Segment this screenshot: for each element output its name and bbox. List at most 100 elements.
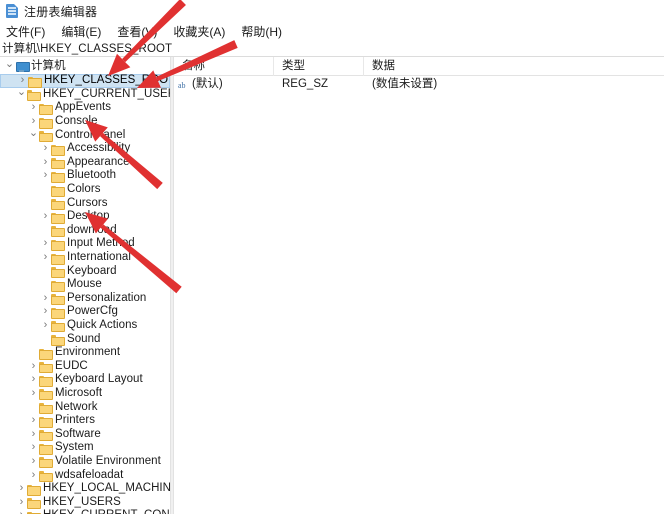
tree-item-printers[interactable]: Printers bbox=[0, 414, 170, 428]
tree-item-label: Software bbox=[55, 428, 101, 441]
chevron-right-icon[interactable] bbox=[28, 116, 39, 127]
menu-help[interactable]: 帮助(H) bbox=[241, 23, 289, 40]
column-header-data[interactable]: 数据 bbox=[364, 57, 664, 76]
value-name-cell: (默认) bbox=[174, 76, 274, 92]
tree-item-network[interactable]: Network bbox=[0, 400, 170, 414]
tree-item-personalization[interactable]: Personalization bbox=[0, 292, 170, 306]
chevron-right-icon[interactable] bbox=[40, 293, 51, 304]
tree-item-software[interactable]: Software bbox=[0, 427, 170, 441]
tree-item-volatile-environment[interactable]: Volatile Environment bbox=[0, 455, 170, 469]
tree-item-appevents[interactable]: AppEvents bbox=[0, 101, 170, 115]
tree-item-mouse[interactable]: Mouse bbox=[0, 278, 170, 292]
tree-item-colors[interactable]: Colors bbox=[0, 183, 170, 197]
tree-item-label: download bbox=[67, 224, 117, 237]
folder-icon bbox=[39, 456, 52, 467]
tree-item-keyboard-layout[interactable]: Keyboard Layout bbox=[0, 373, 170, 387]
chevron-right-icon[interactable] bbox=[40, 157, 51, 168]
chevron-right-icon[interactable] bbox=[40, 170, 51, 181]
tree-item-keyboard[interactable]: Keyboard bbox=[0, 264, 170, 278]
tree-item-hkey-local-machine[interactable]: HKEY_LOCAL_MACHINE bbox=[0, 482, 170, 496]
registry-editor-icon bbox=[5, 4, 19, 18]
tree-item-appearance[interactable]: Appearance bbox=[0, 156, 170, 170]
value-list-header: 名称 类型 数据 bbox=[174, 57, 664, 76]
tree-item-wdsafeloadat[interactable]: wdsafeloadat bbox=[0, 468, 170, 482]
chevron-right-icon[interactable] bbox=[17, 75, 28, 86]
menu-edit[interactable]: 编辑(E) bbox=[61, 23, 108, 40]
menu-file[interactable]: 文件(F) bbox=[6, 23, 52, 40]
tree-item-international[interactable]: International bbox=[0, 251, 170, 265]
folder-icon bbox=[51, 143, 64, 154]
tree-item-environment[interactable]: Environment bbox=[0, 346, 170, 360]
tree-item-label: 计算机 bbox=[31, 60, 66, 73]
folder-icon bbox=[51, 334, 64, 345]
tree-item-eudc[interactable]: EUDC bbox=[0, 359, 170, 373]
chevron-right-icon[interactable] bbox=[28, 456, 39, 467]
tree-item-sound[interactable]: Sound bbox=[0, 332, 170, 346]
value-row[interactable]: (默认)REG_SZ(数值未设置) bbox=[174, 76, 664, 92]
tree-item-hkey-current-user[interactable]: HKEY_CURRENT_USER bbox=[0, 88, 170, 102]
folder-icon bbox=[39, 347, 52, 358]
folder-icon bbox=[39, 402, 52, 413]
folder-icon bbox=[27, 89, 40, 100]
address-path: 计算机\HKEY_CLASSES_ROOT bbox=[2, 40, 172, 56]
tree-item-quick-actions[interactable]: Quick Actions bbox=[0, 319, 170, 333]
chevron-right-icon[interactable] bbox=[16, 510, 27, 514]
chevron-right-icon[interactable] bbox=[40, 252, 51, 263]
column-header-name[interactable]: 名称 bbox=[174, 57, 274, 76]
folder-icon bbox=[39, 470, 52, 481]
folder-icon bbox=[28, 75, 41, 86]
registry-tree-pane[interactable]: 计算机HKEY_CLASSES_ROOTHKEY_CURRENT_USERApp… bbox=[0, 57, 170, 514]
menu-favorites[interactable]: 收藏夹(A) bbox=[173, 23, 232, 40]
value-name-text: (默认) bbox=[192, 76, 223, 92]
tree-item-microsoft[interactable]: Microsoft bbox=[0, 387, 170, 401]
chevron-right-icon[interactable] bbox=[28, 361, 39, 372]
chevron-right-icon[interactable] bbox=[40, 320, 51, 331]
tree-item-powercfg[interactable]: PowerCfg bbox=[0, 305, 170, 319]
chevron-right-icon[interactable] bbox=[40, 211, 51, 222]
value-list-pane[interactable]: 名称 类型 数据 (默认)REG_SZ(数值未设置) bbox=[174, 57, 664, 514]
value-data-cell: (数值未设置) bbox=[364, 76, 664, 92]
chevron-right-icon[interactable] bbox=[28, 470, 39, 481]
chevron-right-icon[interactable] bbox=[28, 388, 39, 399]
chevron-right-icon[interactable] bbox=[16, 497, 27, 508]
tree-item-label: Cursors bbox=[67, 197, 108, 210]
chevron-down-icon[interactable] bbox=[28, 130, 39, 141]
tree-item-input-method[interactable]: Input Method bbox=[0, 237, 170, 251]
tree-item-accessibility[interactable]: Accessibility bbox=[0, 142, 170, 156]
tree-item-system[interactable]: System bbox=[0, 441, 170, 455]
chevron-right-icon[interactable] bbox=[28, 415, 39, 426]
tree-item-label: Mouse bbox=[67, 278, 102, 291]
chevron-down-icon[interactable] bbox=[4, 61, 15, 72]
folder-icon bbox=[51, 238, 64, 249]
window-title: 注册表编辑器 bbox=[24, 3, 97, 20]
tree-item-hkey-users[interactable]: HKEY_USERS bbox=[0, 495, 170, 509]
chevron-right-icon[interactable] bbox=[28, 374, 39, 385]
tree-item-desktop[interactable]: Desktop bbox=[0, 210, 170, 224]
folder-icon bbox=[39, 429, 52, 440]
chevron-down-icon[interactable] bbox=[16, 89, 27, 100]
tree-item-download[interactable]: download bbox=[0, 224, 170, 238]
chevron-right-icon[interactable] bbox=[28, 442, 39, 453]
value-list-body: (默认)REG_SZ(数值未设置) bbox=[174, 76, 664, 92]
chevron-right-icon[interactable] bbox=[40, 306, 51, 317]
address-bar[interactable]: 计算机\HKEY_CLASSES_ROOT bbox=[0, 40, 664, 56]
tree-item-cursors[interactable]: Cursors bbox=[0, 196, 170, 210]
column-header-type[interactable]: 类型 bbox=[274, 57, 364, 76]
tree-item-label: International bbox=[67, 251, 131, 264]
chevron-right-icon[interactable] bbox=[40, 143, 51, 154]
chevron-right-icon[interactable] bbox=[40, 238, 51, 249]
menu-view[interactable]: 查看(V) bbox=[117, 23, 164, 40]
chevron-right-icon[interactable] bbox=[28, 429, 39, 440]
tree-item-bluetooth[interactable]: Bluetooth bbox=[0, 169, 170, 183]
tree-item-console[interactable]: Console bbox=[0, 115, 170, 129]
tree-item-control-panel[interactable]: Control Panel bbox=[0, 128, 170, 142]
tree-item-[interactable]: 计算机 bbox=[0, 60, 170, 74]
main-content: 计算机HKEY_CLASSES_ROOTHKEY_CURRENT_USERApp… bbox=[0, 56, 664, 514]
computer-icon bbox=[15, 61, 28, 72]
tree-item-label: Environment bbox=[55, 346, 120, 359]
tree-item-label: HKEY_CURRENT_CONFIG bbox=[43, 509, 170, 514]
tree-item-hkey-current-config[interactable]: HKEY_CURRENT_CONFIG bbox=[0, 509, 170, 514]
chevron-right-icon[interactable] bbox=[16, 483, 27, 494]
tree-item-label: Control Panel bbox=[55, 129, 125, 142]
chevron-right-icon[interactable] bbox=[28, 102, 39, 113]
